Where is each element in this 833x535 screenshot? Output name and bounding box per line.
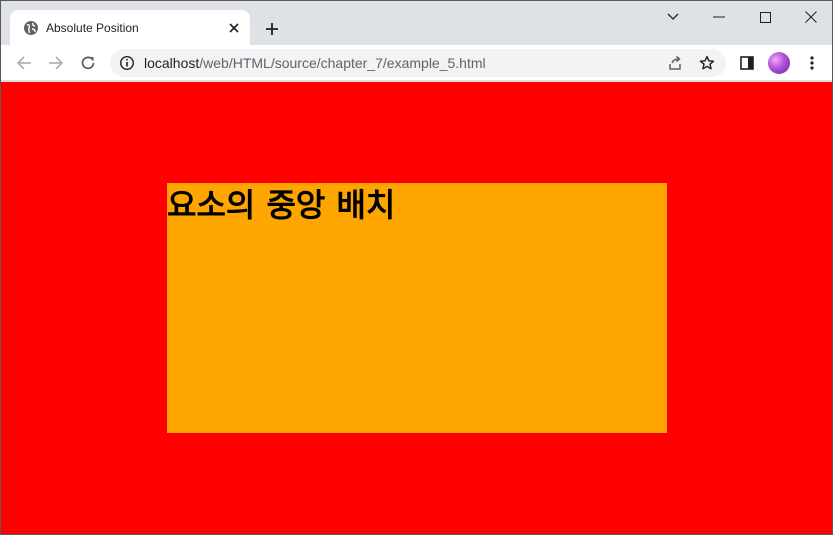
url-host: localhost	[144, 55, 200, 71]
forward-arrow-icon[interactable]	[44, 51, 68, 75]
tab-search-chevron-down-icon[interactable]	[650, 1, 696, 33]
page-viewport: 요소의 중앙 배치	[1, 82, 832, 534]
page-heading: 요소의 중앙 배치	[167, 186, 396, 224]
globe-icon	[23, 20, 39, 36]
browser-toolbar: localhost/web/HTML/source/chapter_7/exam…	[1, 45, 832, 81]
share-icon[interactable]	[665, 53, 685, 73]
address-bar[interactable]: localhost/web/HTML/source/chapter_7/exam…	[110, 49, 726, 77]
reload-icon[interactable]	[76, 51, 100, 75]
site-info-icon[interactable]	[119, 55, 135, 71]
tab-absolute-position[interactable]: Absolute Position	[10, 10, 250, 45]
url-path: /web/HTML/source/chapter_7/example_5.htm…	[199, 55, 486, 71]
bookmark-star-icon[interactable]	[697, 53, 717, 73]
maximize-icon[interactable]	[742, 1, 788, 33]
url-text: localhost/web/HTML/source/chapter_7/exam…	[144, 55, 486, 71]
profile-avatar[interactable]	[768, 52, 790, 74]
new-tab-plus-icon[interactable]	[260, 17, 284, 41]
centered-box: 요소의 중앙 배치	[167, 183, 667, 433]
side-panel-icon[interactable]	[735, 51, 759, 75]
tab-strip: Absolute Position	[1, 1, 832, 45]
tab-title: Absolute Position	[46, 21, 139, 35]
minimize-icon[interactable]	[696, 1, 742, 33]
close-window-icon[interactable]	[788, 1, 832, 33]
back-arrow-icon[interactable]	[12, 51, 36, 75]
more-menu-icon[interactable]	[800, 51, 824, 75]
browser-window: Absolute Position localhost/web/HTML/sou…	[0, 0, 833, 535]
tab-close-icon[interactable]	[224, 18, 244, 38]
